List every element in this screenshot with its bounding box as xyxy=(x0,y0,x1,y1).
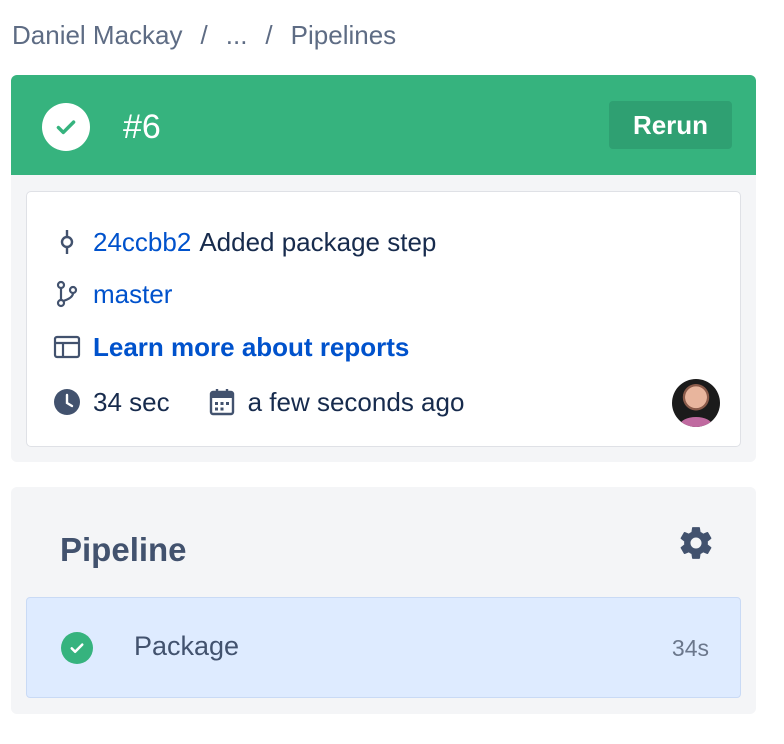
pipeline-title: Pipeline xyxy=(60,531,187,568)
build-number: #6 xyxy=(123,108,161,146)
rerun-button[interactable]: Rerun xyxy=(609,101,732,149)
step-name: Package xyxy=(134,631,240,661)
reports-icon xyxy=(53,333,81,361)
build-status-header: #6 Rerun xyxy=(11,75,756,175)
breadcrumb-separator: / xyxy=(265,19,273,50)
commit-row: 24ccbb2 Added package step xyxy=(53,225,436,259)
timing-row: 34 sec a few seconds ago xyxy=(53,385,464,419)
success-check-icon xyxy=(42,103,90,151)
breadcrumb-item-owner[interactable]: Daniel Mackay xyxy=(12,20,183,51)
breadcrumb-item-ellipsis[interactable]: ... xyxy=(226,20,248,51)
step-duration: 34s xyxy=(671,635,709,661)
commit-message: Added package step xyxy=(199,226,437,257)
commit-icon xyxy=(53,228,81,256)
build-status-card: #6 Rerun 24ccbb2 Added package step mast… xyxy=(11,75,756,462)
build-details: 24ccbb2 Added package step master Learn … xyxy=(26,191,741,447)
branch-row: master xyxy=(53,277,172,311)
branch-link[interactable]: master xyxy=(93,279,172,310)
breadcrumb-item-pipelines[interactable]: Pipelines xyxy=(291,20,397,51)
branch-icon xyxy=(53,280,81,308)
clock-icon xyxy=(53,388,81,416)
breadcrumb: Daniel Mackay / ... / Pipelines xyxy=(12,18,396,52)
build-time-ago: a few seconds ago xyxy=(247,386,465,417)
gear-icon[interactable] xyxy=(676,523,716,563)
avatar[interactable] xyxy=(672,379,720,427)
learn-more-reports-link[interactable]: Learn more about reports xyxy=(93,332,409,363)
pipeline-step-row[interactable]: Package 34s xyxy=(26,597,741,698)
reports-row: Learn more about reports xyxy=(53,330,409,364)
build-duration: 34 sec xyxy=(93,386,170,417)
pipeline-card: Pipeline Package 34s xyxy=(11,487,756,714)
breadcrumb-separator: / xyxy=(200,19,208,50)
success-check-icon xyxy=(61,632,93,664)
commit-hash-link[interactable]: 24ccbb2 xyxy=(93,227,191,258)
calendar-icon xyxy=(208,388,236,416)
